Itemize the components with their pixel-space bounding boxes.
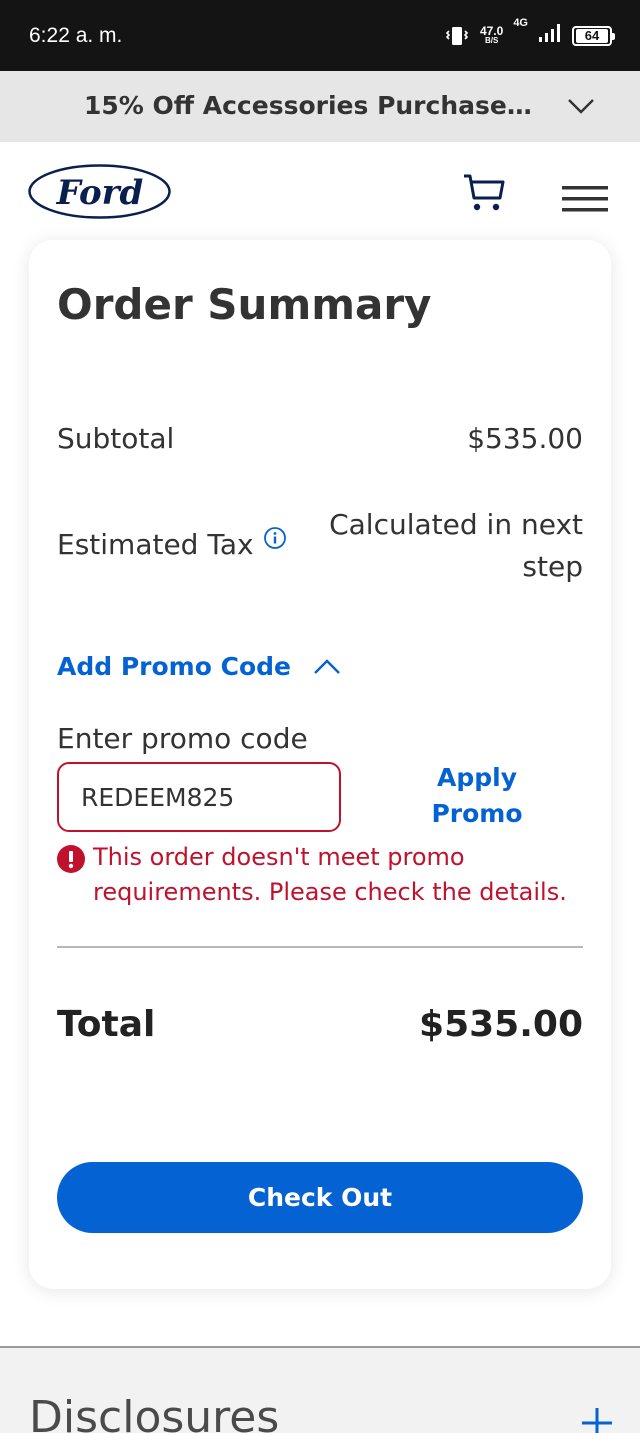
page-title: Order Summary (57, 280, 432, 329)
total-value: $535.00 (419, 1004, 583, 1045)
promo-code-input[interactable] (57, 762, 341, 832)
status-bar: 6:22 a. m. 47.0 B/S 4G 64 (0, 0, 640, 71)
signal-icon (538, 23, 562, 48)
plus-icon[interactable] (580, 1406, 614, 1433)
checkout-button[interactable]: Check Out (57, 1162, 583, 1233)
apply-promo-button[interactable]: Apply Promo (415, 760, 539, 832)
apply-promo-line2: Promo (431, 799, 523, 828)
subtotal-value: $535.00 (467, 422, 583, 455)
vibrate-icon (444, 25, 470, 47)
network-speed: 47.0 B/S (479, 23, 504, 46)
estimated-tax-value-line2: step (522, 550, 583, 583)
estimated-tax-label: Estimated Tax (57, 528, 254, 561)
promo-field-label: Enter promo code (57, 722, 308, 755)
add-promo-code-toggle[interactable]: Add Promo Code (57, 652, 341, 681)
order-summary-card: Order Summary Subtotal $535.00 Estimated… (29, 240, 611, 1289)
info-icon[interactable] (263, 526, 287, 550)
subtotal-label: Subtotal (57, 422, 175, 455)
divider (57, 946, 583, 948)
ford-logo[interactable]: Ford (28, 164, 171, 219)
battery-level: 64 (576, 28, 608, 43)
speed-unit: B/S (484, 35, 499, 45)
cart-icon[interactable] (462, 170, 506, 214)
speed-value: 47.0 (479, 23, 504, 38)
network-type: 4G (513, 17, 528, 29)
chevron-down-icon[interactable] (567, 96, 595, 116)
promo-error-message: This order doesn't meet promo requiremen… (93, 843, 567, 906)
status-icons: 47.0 B/S 4G 64 (444, 17, 615, 48)
apply-promo-line1: Apply (436, 763, 517, 792)
total-label: Total (57, 1004, 156, 1045)
add-promo-code-label: Add Promo Code (57, 652, 291, 681)
error-icon (57, 845, 85, 873)
disclosures-section[interactable]: Disclosures (0, 1346, 640, 1433)
promo-banner[interactable]: 15% Off Accessories Purchase up to $500 (0, 71, 640, 142)
estimated-tax-value-line1: Calculated in next (329, 508, 583, 541)
site-header: Ford (0, 142, 640, 242)
status-time: 6:22 a. m. (29, 23, 123, 47)
chevron-up-icon (314, 658, 340, 674)
promo-banner-text: 15% Off Accessories Purchase up to $500 (84, 91, 536, 120)
hamburger-menu-icon[interactable] (562, 184, 608, 214)
disclosures-title: Disclosures (29, 1392, 280, 1433)
ford-logo-text: Ford (56, 173, 144, 213)
battery-icon: 64 (572, 25, 615, 46)
